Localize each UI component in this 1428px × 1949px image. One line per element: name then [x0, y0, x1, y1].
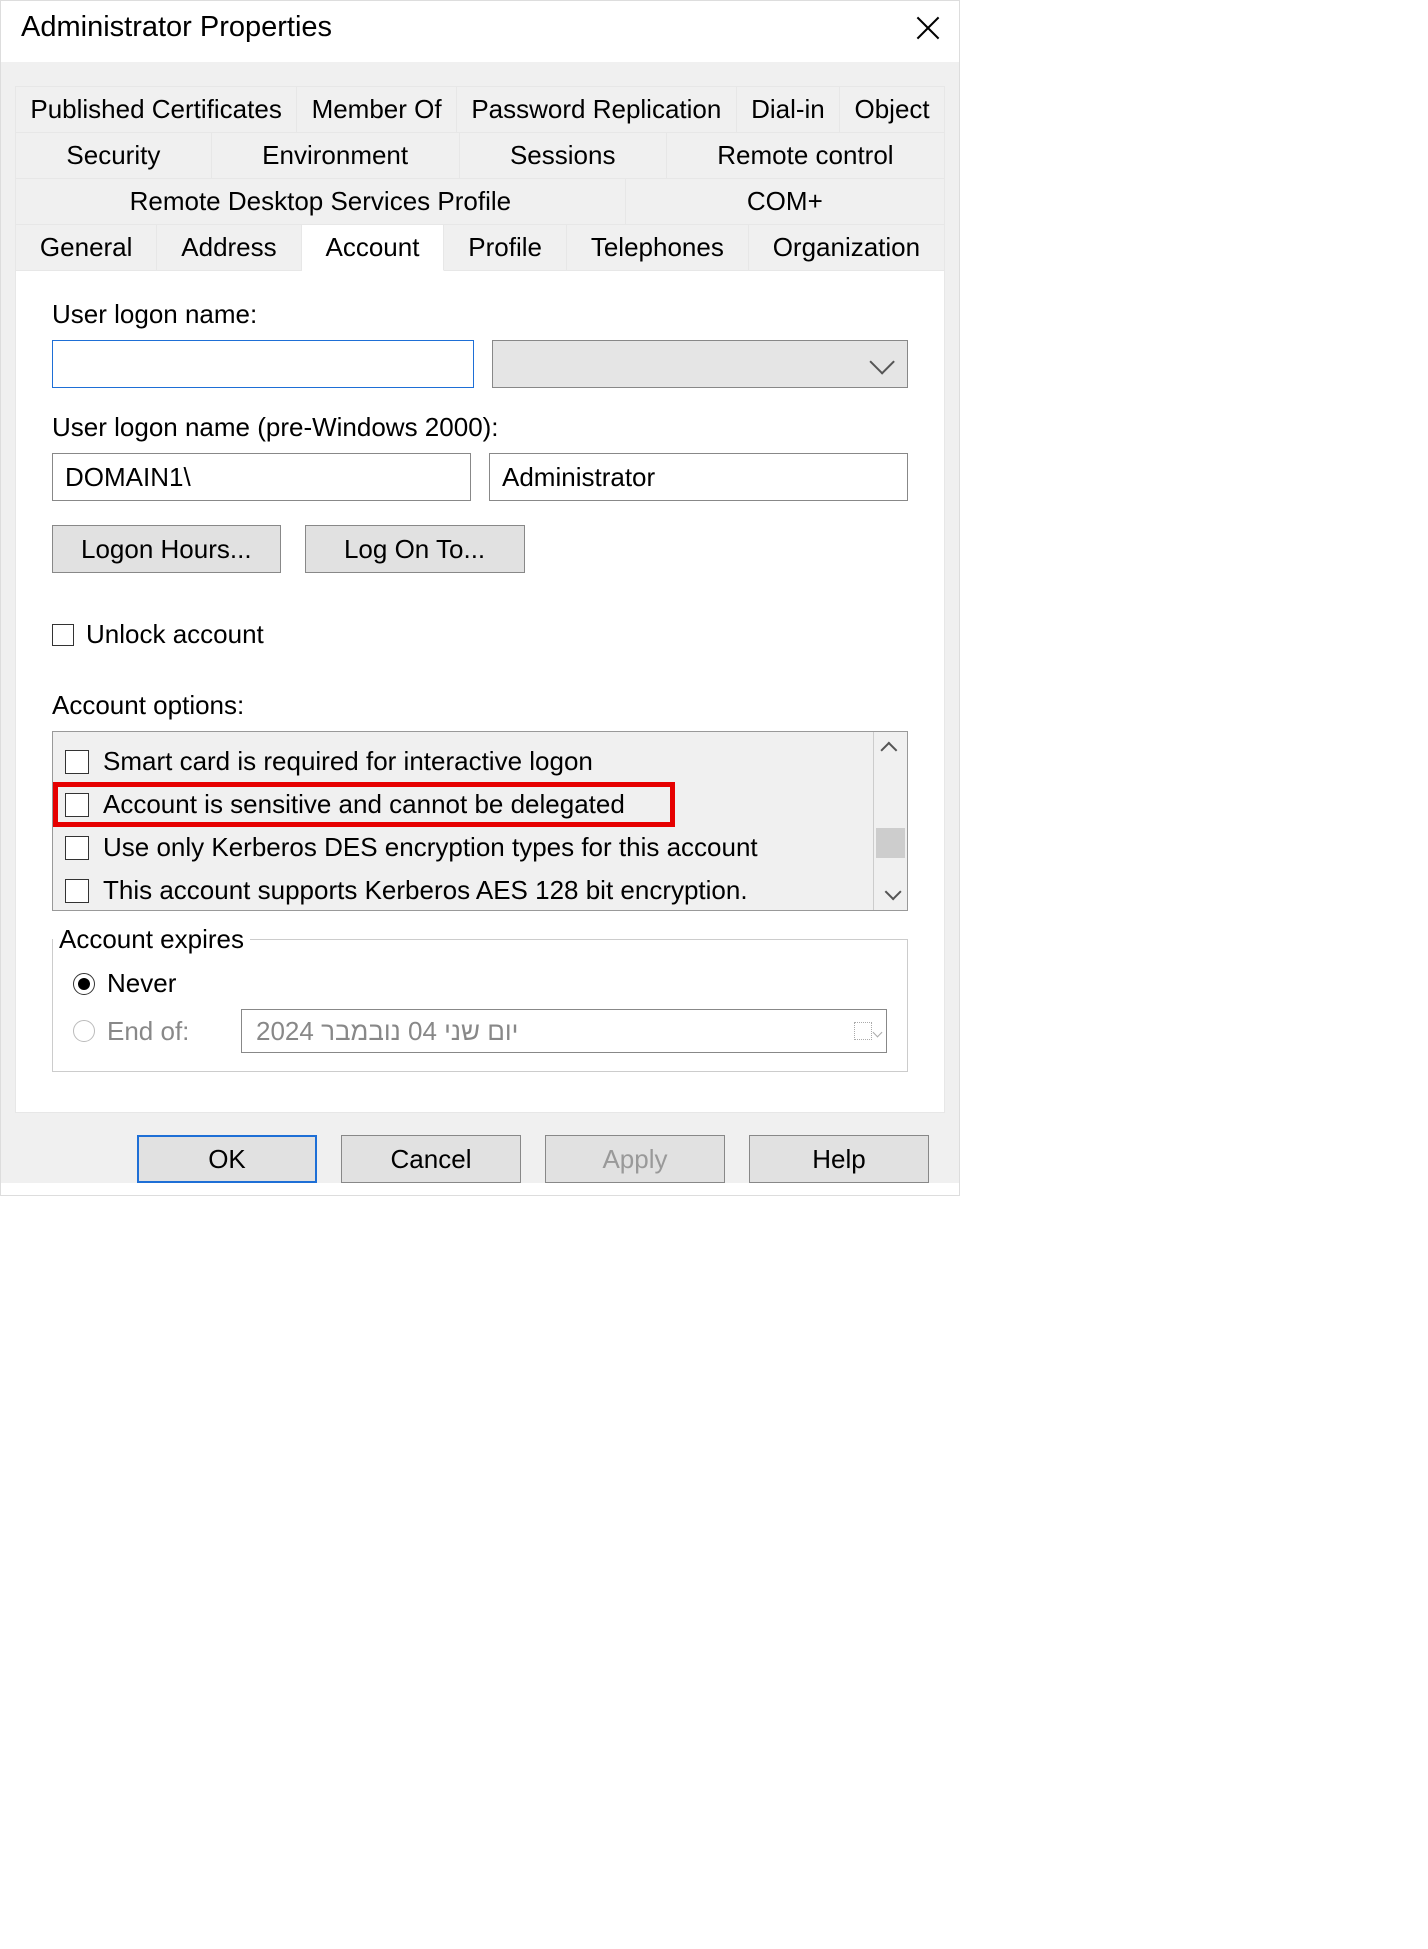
- option-checkbox[interactable]: [65, 836, 89, 860]
- account-options-label: Account options:: [52, 690, 908, 721]
- account-page: User logon name: User logon name (pre-Wi…: [15, 271, 945, 1113]
- account-expires-group: Account expires Never End of: יום שני 04…: [52, 939, 908, 1072]
- option-smart-card[interactable]: Smart card is required for interactive l…: [61, 740, 865, 783]
- apply-button[interactable]: Apply: [545, 1135, 725, 1183]
- scroll-thumb[interactable]: [876, 828, 905, 858]
- tab-telephones[interactable]: Telephones: [567, 225, 749, 271]
- scroll-track[interactable]: [874, 764, 907, 878]
- calendar-icon: [854, 1022, 872, 1040]
- prewin-domain-input[interactable]: [52, 453, 471, 501]
- tab-strip: Published Certificates Member Of Passwor…: [15, 86, 945, 271]
- unlock-account-label: Unlock account: [86, 619, 264, 650]
- account-options-list: Smart card is required for interactive l…: [52, 731, 908, 911]
- expires-endof-label: End of:: [107, 1016, 189, 1047]
- prewin-label: User logon name (pre-Windows 2000):: [52, 412, 908, 443]
- option-kerberos-des[interactable]: Use only Kerberos DES encryption types f…: [61, 826, 865, 869]
- expires-never-radio[interactable]: [73, 973, 95, 995]
- tab-remote-control[interactable]: Remote control: [667, 133, 945, 179]
- expires-never-label: Never: [107, 968, 176, 999]
- tab-rds-profile[interactable]: Remote Desktop Services Profile: [16, 179, 626, 225]
- title-bar: Administrator Properties: [1, 1, 959, 62]
- unlock-account-checkbox[interactable]: [52, 624, 74, 646]
- tab-password-replication[interactable]: Password Replication: [457, 87, 737, 133]
- chevron-down-icon: [869, 349, 894, 374]
- tab-sessions[interactable]: Sessions: [460, 133, 667, 179]
- tab-dial-in[interactable]: Dial-in: [737, 87, 840, 133]
- expires-date-text: יום שני 04 נובמבר 2024: [256, 1016, 518, 1047]
- scroll-up-button[interactable]: [874, 732, 907, 764]
- option-checkbox[interactable]: [65, 879, 89, 903]
- tab-profile[interactable]: Profile: [444, 225, 567, 271]
- scroll-down-button[interactable]: [874, 878, 907, 910]
- logon-hours-button[interactable]: Logon Hours...: [52, 525, 281, 573]
- options-scrollbar[interactable]: [873, 732, 907, 910]
- help-button[interactable]: Help: [749, 1135, 929, 1183]
- account-expires-legend: Account expires: [53, 924, 250, 955]
- chevron-up-icon: [880, 742, 897, 759]
- tab-published-certificates[interactable]: Published Certificates: [16, 87, 297, 133]
- logon-name-label: User logon name:: [52, 299, 908, 330]
- cancel-button[interactable]: Cancel: [341, 1135, 521, 1183]
- expires-date-picker[interactable]: יום שני 04 נובמבר 2024: [241, 1009, 887, 1053]
- log-on-to-button[interactable]: Log On To...: [305, 525, 525, 573]
- tab-address[interactable]: Address: [157, 225, 301, 271]
- logon-name-input[interactable]: [52, 340, 474, 388]
- tab-object[interactable]: Object: [840, 87, 945, 133]
- tab-member-of[interactable]: Member Of: [297, 87, 457, 133]
- dialog-footer: OK Cancel Apply Help: [15, 1113, 945, 1183]
- chevron-down-icon: [884, 883, 901, 900]
- tab-environment[interactable]: Environment: [212, 133, 460, 179]
- tab-account[interactable]: Account: [302, 225, 445, 271]
- prewin-user-input[interactable]: [489, 453, 908, 501]
- tab-organization[interactable]: Organization: [749, 225, 945, 271]
- expires-endof-radio[interactable]: [73, 1020, 95, 1042]
- dialog-body: Published Certificates Member Of Passwor…: [1, 62, 959, 1183]
- tab-security[interactable]: Security: [16, 133, 212, 179]
- tab-complus[interactable]: COM+: [626, 179, 945, 225]
- option-checkbox[interactable]: [65, 793, 89, 817]
- option-kerberos-aes128[interactable]: This account supports Kerberos AES 128 b…: [61, 869, 865, 910]
- tab-general[interactable]: General: [16, 225, 157, 271]
- close-icon[interactable]: [913, 13, 943, 43]
- window-title: Administrator Properties: [21, 11, 332, 44]
- ok-button[interactable]: OK: [137, 1135, 317, 1183]
- properties-dialog: Administrator Properties Published Certi…: [0, 0, 960, 1196]
- domain-suffix-combo[interactable]: [492, 340, 908, 388]
- option-sensitive-no-delegate[interactable]: Account is sensitive and cannot be deleg…: [61, 783, 865, 826]
- option-checkbox[interactable]: [65, 750, 89, 774]
